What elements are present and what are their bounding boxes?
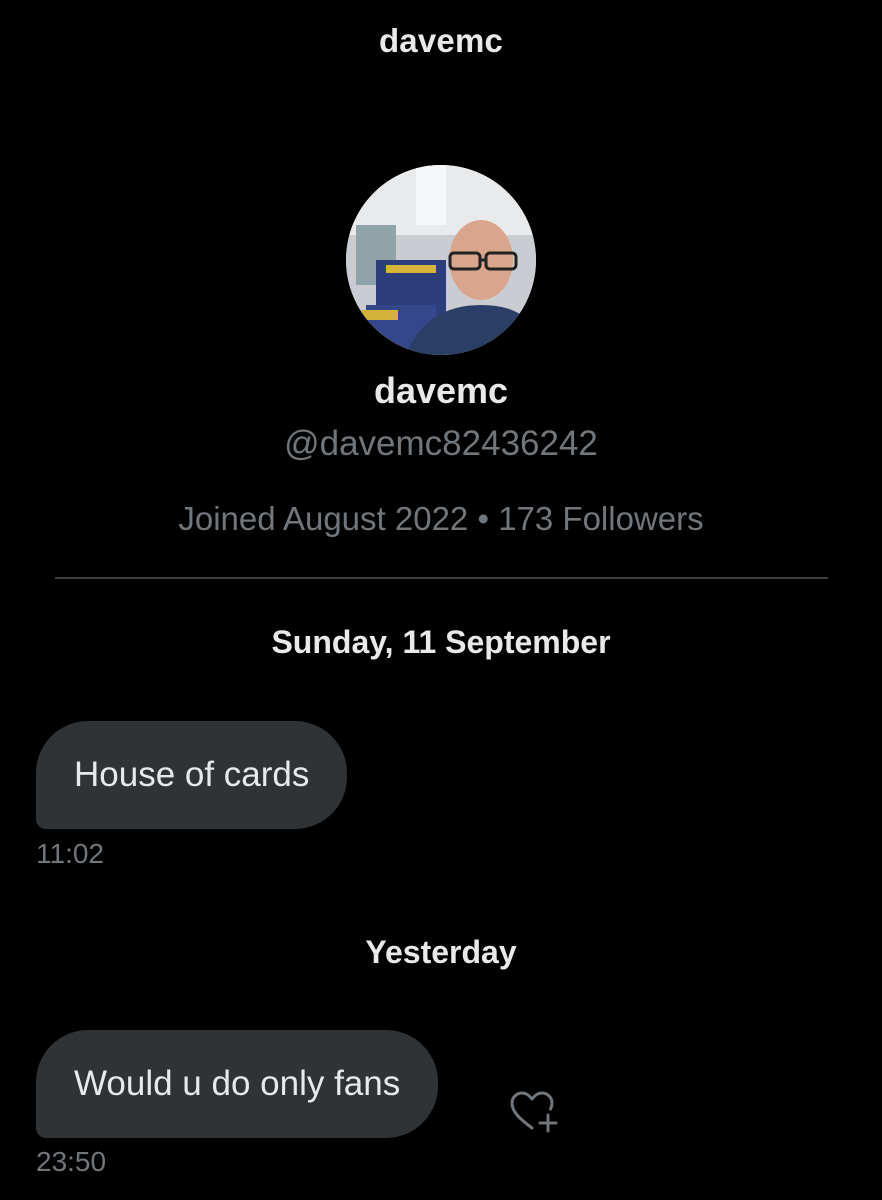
message-bubble[interactable]: Would u do only fans (36, 1030, 439, 1138)
profile-meta: Joined August 2022 • 173 Followers (0, 500, 882, 538)
profile-divider (55, 577, 828, 579)
avatar-photo (346, 165, 536, 355)
conversation-title: davemc (378, 22, 504, 59)
meta-separator: • (477, 500, 490, 537)
message-time: 23:50 (36, 1146, 107, 1177)
message-bubble[interactable]: House of cards (36, 721, 348, 829)
profile-handle: @davemc82436242 (284, 424, 598, 463)
date-separator: Sunday, 11 September (271, 624, 611, 660)
message-time: 11:02 (36, 838, 104, 869)
profile-name: davemc (373, 370, 509, 411)
profile-avatar[interactable] (346, 165, 536, 355)
date-separator: Yesterday (365, 934, 517, 970)
joined-date: Joined August 2022 (178, 500, 469, 537)
message-text: House of cards (74, 755, 310, 794)
followers-count[interactable]: 173 Followers (498, 500, 703, 537)
heart-plus-icon[interactable] (508, 1088, 560, 1134)
message-text: Would u do only fans (74, 1064, 401, 1103)
